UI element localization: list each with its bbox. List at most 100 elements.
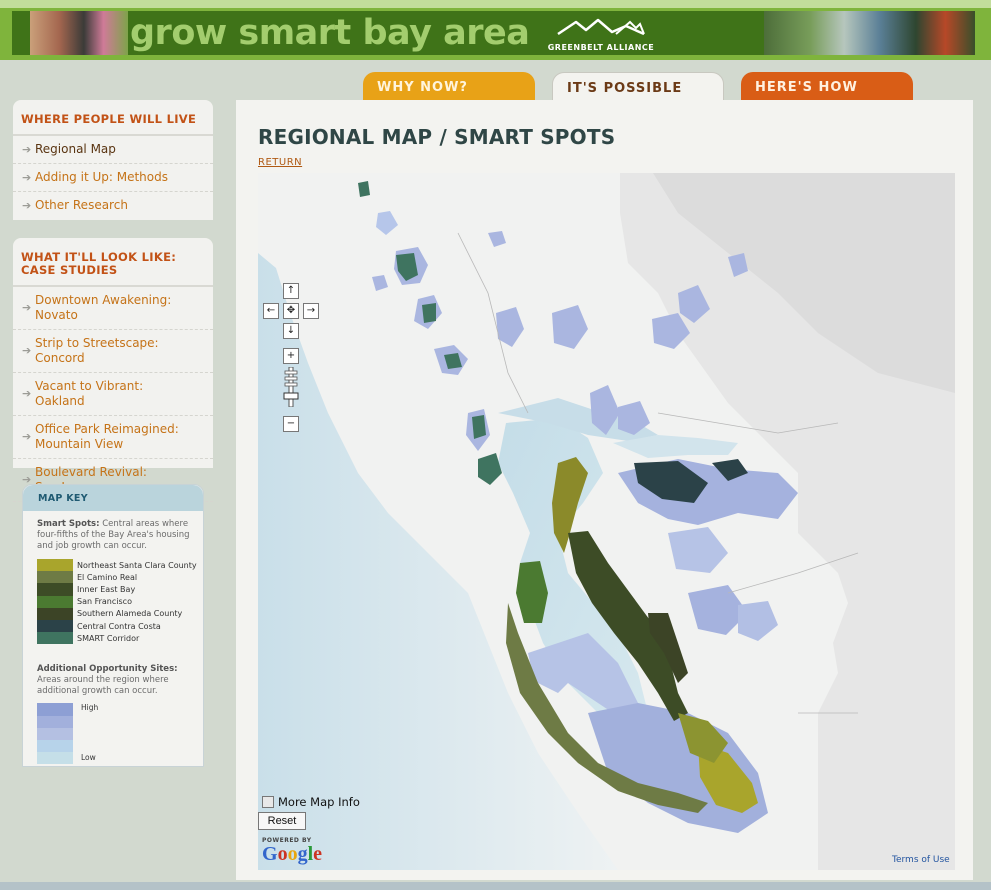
arrow-right-icon: ➔ [22,387,32,400]
legend-row: SMART Corridor [37,632,203,645]
legend-row [37,752,203,765]
arrow-right-icon: ➔ [22,143,32,156]
banner-photo-left [30,11,128,55]
heading-line: CASE STUDIES [21,263,118,277]
legend-swatch [37,559,73,572]
legend-label: El Camino Real [77,572,138,582]
mountain-logo-icon [557,18,645,36]
case-title: Office Park Reimagined: [35,422,179,436]
sidebar-item-label: Adding it Up: Methods [35,170,168,184]
legend-label: Central Contra Costa [77,621,161,631]
pan-up-button[interactable]: ↑ [283,283,299,299]
smart-spots-description: Smart Spots: Central areas where four-fi… [23,511,203,552]
powered-by-google[interactable]: POWERED BY Google [262,837,322,864]
legend-swatch [37,607,73,620]
case-title: Strip to Streetscape: [35,336,159,350]
case-title: Vacant to Vibrant: [35,379,144,393]
terms-of-use-link[interactable]: Terms of Use [892,855,950,865]
map-key: MAP KEY Smart Spots: Central areas where… [22,484,204,767]
greenbelt-logo[interactable]: GREENBELT ALLIANCE [546,16,656,52]
case-city: Mountain View [35,437,124,451]
arrow-right-icon: ➔ [22,199,32,212]
legend-swatch [37,703,73,716]
pan-center-button[interactable]: ✥ [283,303,299,319]
arrow-right-icon: ➔ [22,344,32,357]
map-canvas [258,173,955,870]
legend-swatch [37,571,73,584]
google-letter: o [287,843,298,865]
sidebar-item-oakland[interactable]: ➔ Vacant to Vibrant: Oakland [13,373,213,416]
pan-right-button[interactable]: → [303,303,319,319]
sidebar-item-novato[interactable]: ➔ Downtown Awakening: Novato [13,287,213,330]
legend-swatch [37,715,73,728]
legend-row [37,715,203,728]
tab-its-possible[interactable]: IT'S POSSIBLE [552,72,724,100]
google-letter: G [262,843,278,865]
tab-why-now[interactable]: WHY NOW? [363,72,535,100]
site-banner: grow smart bay area GREENBELT ALLIANCE [0,0,991,60]
arrow-right-icon: ➔ [22,171,32,184]
more-map-info-toggle[interactable]: More Map Info [262,795,360,809]
site-title[interactable]: grow smart bay area [130,13,530,53]
legend-row [37,739,203,753]
legend-row: Inner East Bay [37,583,203,596]
legend-row: El Camino Real [37,571,203,584]
legend-swatch [37,739,73,753]
smart-spots-legend: Northeast Santa Clara County El Camino Re… [23,559,203,645]
tab-heres-how[interactable]: HERE'S HOW [741,72,913,100]
case-title: Downtown Awakening: [35,293,172,307]
pan-down-button[interactable]: ↓ [283,323,299,339]
smart-spots-title: Smart Spots: [37,519,100,529]
sidebar-item-label: Other Research [35,198,128,212]
zoom-out-button[interactable]: − [283,416,299,432]
sidebar-heading-case-studies: WHAT IT'LL LOOK LIKE: CASE STUDIES [13,238,213,287]
sidebar-item-methods[interactable]: ➔ Adding it Up: Methods [13,164,213,192]
legend-low-label: Low [81,753,96,763]
case-title: Boulevard Revival: [35,465,147,479]
legend-swatch [37,727,73,740]
legend-row: Southern Alameda County [37,607,203,620]
legend-row [37,703,203,716]
legend-high-label: High [81,703,99,713]
pan-left-button[interactable]: ← [263,303,279,319]
opportunity-text: Areas around the region where additional… [37,675,169,697]
sidebar-item-regional-map[interactable]: ➔ Regional Map [13,136,213,164]
zoom-in-button[interactable]: + [283,348,299,364]
sidebar-item-concord[interactable]: ➔ Strip to Streetscape: Concord [13,330,213,373]
legend-row: Northeast Santa Clara County [37,559,203,572]
more-map-info-checkbox[interactable] [262,796,274,808]
banner-top-strip [0,0,991,8]
opportunity-description: Additional Opportunity Sites: Areas arou… [23,656,203,697]
zoom-slider-icon [283,367,299,407]
legend-row: Central Contra Costa [37,619,203,633]
sidebar-where-people-live: WHERE PEOPLE WILL LIVE ➔ Regional Map ➔ … [13,100,213,220]
reset-button[interactable]: Reset [258,812,306,830]
legend-swatch [37,752,73,765]
arrow-right-icon: ➔ [22,430,32,443]
google-logo: Google [262,844,322,864]
legend-row: San Francisco [37,595,203,608]
main-panel: REGIONAL MAP / SMART SPOTS RETURN ↑ ← ✥ … [236,100,973,880]
opportunity-title: Additional Opportunity Sites: [37,664,178,675]
map-key-heading: MAP KEY [23,485,203,511]
sidebar-heading-live: WHERE PEOPLE WILL LIVE [13,100,213,136]
legend-row [37,727,203,740]
legend-swatch [37,595,73,608]
sidebar-item-other-research[interactable]: ➔ Other Research [13,192,213,219]
case-city: Novato [35,308,78,322]
google-letter: e [313,843,323,865]
opportunity-legend: High Low [23,703,203,765]
arrow-right-icon: ➔ [22,301,32,314]
more-map-info-label: More Map Info [278,795,360,809]
zoom-slider[interactable] [283,367,299,407]
legend-label: Northeast Santa Clara County [77,560,197,570]
banner-inner: grow smart bay area GREENBELT ALLIANCE [12,11,975,55]
sidebar-item-mountain-view[interactable]: ➔ Office Park Reimagined: Mountain View [13,416,213,459]
page-title: REGIONAL MAP / SMART SPOTS [258,125,616,149]
return-link[interactable]: RETURN [258,157,302,168]
banner-photo-right [764,11,975,55]
logo-text: GREENBELT ALLIANCE [547,43,655,52]
regional-map[interactable]: ↑ ← ✥ → ↓ + − [258,173,955,870]
sidebar-item-label: Regional Map [35,142,116,156]
legend-swatch [37,583,73,596]
